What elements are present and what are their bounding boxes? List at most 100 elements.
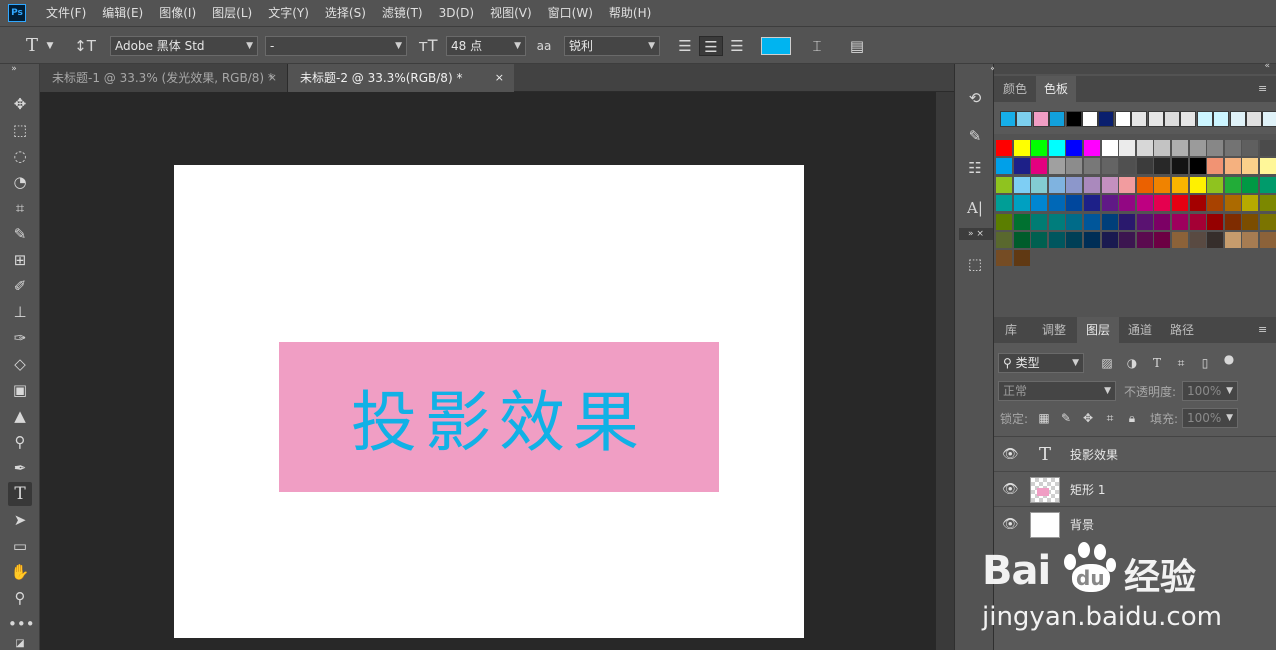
type-filter-icon[interactable]: T bbox=[1148, 353, 1166, 373]
swatch[interactable] bbox=[1084, 176, 1100, 193]
properties-panel-icon[interactable]: ☷ bbox=[963, 156, 987, 180]
align-center-icon[interactable]: ☰ bbox=[699, 36, 723, 56]
history-panel-icon[interactable]: ⟲ bbox=[963, 86, 987, 110]
swatch[interactable] bbox=[1013, 195, 1030, 212]
menu-3d[interactable]: 3D(D) bbox=[431, 0, 482, 26]
eye-icon[interactable]: 👁︎ bbox=[1002, 508, 1019, 542]
font-size-select[interactable]: 48 点 ▼ bbox=[446, 36, 526, 56]
menu-filter[interactable]: 滤镜(T) bbox=[374, 0, 431, 26]
recent-swatch[interactable] bbox=[1262, 111, 1276, 127]
swatch[interactable] bbox=[1066, 195, 1083, 212]
swatch[interactable] bbox=[1242, 195, 1259, 212]
swatch[interactable] bbox=[996, 213, 1012, 230]
recent-swatch[interactable] bbox=[1246, 111, 1262, 127]
swatch[interactable] bbox=[1189, 140, 1206, 156]
swatch[interactable] bbox=[1260, 213, 1276, 230]
shape-filter-icon[interactable]: ⌗ bbox=[1172, 353, 1190, 373]
move-tool-icon[interactable]: ✥ bbox=[8, 92, 32, 116]
crop-tool-icon[interactable]: ⌗ bbox=[8, 196, 32, 220]
swatch[interactable] bbox=[1172, 213, 1188, 230]
swatch[interactable] bbox=[1242, 140, 1259, 156]
swatch[interactable] bbox=[1066, 140, 1083, 156]
swatch[interactable] bbox=[1224, 232, 1241, 248]
menu-window[interactable]: 窗口(W) bbox=[540, 0, 601, 26]
tab-layers[interactable]: 图层 bbox=[1077, 317, 1119, 343]
swatch[interactable] bbox=[1224, 176, 1241, 193]
text-color-swatch[interactable] bbox=[761, 37, 791, 55]
healing-brush-tool-icon[interactable]: ⊞ bbox=[8, 248, 32, 272]
recent-swatch[interactable] bbox=[1114, 111, 1131, 127]
swatch[interactable] bbox=[1207, 158, 1224, 175]
swatch[interactable] bbox=[1260, 195, 1276, 212]
swatch[interactable] bbox=[1136, 158, 1153, 175]
swatch[interactable] bbox=[1207, 140, 1224, 156]
antialias-select[interactable]: 锐利 ▼ bbox=[564, 36, 660, 56]
swatch[interactable] bbox=[1048, 195, 1065, 212]
font-style-select[interactable]: - ▼ bbox=[265, 36, 407, 56]
swatch[interactable] bbox=[1066, 158, 1083, 175]
tab-untitled-1[interactable]: 未标题-1 @ 33.3% (发光效果, RGB/8) * × bbox=[40, 64, 288, 92]
character-panel-icon[interactable]: ▤ bbox=[846, 36, 868, 56]
more-tools-icon[interactable]: ••• bbox=[8, 612, 35, 636]
panel-collapse-bar[interactable]: « bbox=[994, 61, 1276, 74]
recent-swatch[interactable] bbox=[1082, 111, 1098, 127]
swatch[interactable] bbox=[1172, 140, 1188, 156]
quick-select-tool-icon[interactable]: ◔ bbox=[8, 170, 32, 194]
clone-stamp-tool-icon[interactable]: ⊥ bbox=[8, 300, 32, 324]
panel-menu-icon[interactable]: ≡ bbox=[1258, 323, 1270, 336]
character-panel-icon[interactable]: A| bbox=[963, 196, 987, 220]
type-tool-icon[interactable]: T bbox=[8, 482, 32, 506]
swatch[interactable] bbox=[1031, 213, 1048, 230]
recent-swatch[interactable] bbox=[1016, 111, 1033, 127]
collapse-icon[interactable]: » bbox=[2, 64, 26, 74]
layer-name[interactable]: 背景 bbox=[1070, 508, 1094, 542]
swatch[interactable] bbox=[1101, 213, 1118, 230]
warp-text-icon[interactable]: ⌶ bbox=[806, 36, 828, 56]
swatch[interactable] bbox=[1136, 195, 1153, 212]
layer-filter-select[interactable]: ⚲ 类型 ▼ bbox=[998, 353, 1084, 373]
swatch[interactable] bbox=[1189, 232, 1206, 248]
swatch[interactable] bbox=[1242, 213, 1259, 230]
swatch[interactable] bbox=[996, 232, 1012, 248]
swatch[interactable] bbox=[1119, 140, 1136, 156]
brush-tool-icon[interactable]: ✐ bbox=[8, 274, 32, 298]
swatch[interactable] bbox=[1172, 158, 1188, 175]
smart-object-filter-icon[interactable]: ▯ bbox=[1196, 353, 1214, 373]
swatch[interactable] bbox=[1066, 213, 1083, 230]
recent-swatch[interactable] bbox=[1065, 111, 1082, 127]
vertical-scrollbar[interactable] bbox=[936, 92, 954, 650]
lock-position-icon[interactable]: ✥ bbox=[1080, 408, 1096, 428]
layer-name[interactable]: 矩形 1 bbox=[1070, 473, 1105, 507]
swatch[interactable] bbox=[1031, 195, 1048, 212]
swatch[interactable] bbox=[1031, 176, 1048, 193]
dock-header-icon[interactable]: » × bbox=[959, 228, 993, 240]
swatch[interactable] bbox=[1136, 176, 1153, 193]
layer-row-text[interactable]: 👁︎ T 投影效果 bbox=[994, 438, 1276, 472]
tab-channels[interactable]: 通道 bbox=[1120, 317, 1160, 343]
swatch[interactable] bbox=[1172, 176, 1188, 193]
tab-paths[interactable]: 路径 bbox=[1162, 317, 1202, 343]
lock-artboard-icon[interactable]: ⌗ bbox=[1102, 408, 1118, 428]
recent-swatch[interactable] bbox=[1164, 111, 1180, 127]
swatch[interactable] bbox=[1013, 232, 1030, 248]
recent-swatch[interactable] bbox=[1032, 111, 1049, 127]
swatch[interactable] bbox=[1136, 232, 1153, 248]
swatch[interactable] bbox=[1189, 176, 1206, 193]
adjustment-filter-icon[interactable]: ◑ bbox=[1123, 353, 1141, 373]
swatch[interactable] bbox=[1048, 158, 1065, 175]
default-colors-icon[interactable]: ◪ bbox=[8, 638, 32, 650]
swatch[interactable] bbox=[1119, 195, 1136, 212]
swatch[interactable] bbox=[1207, 195, 1224, 212]
dodge-tool-icon[interactable]: ⚲ bbox=[8, 430, 32, 454]
swatch[interactable] bbox=[1189, 213, 1206, 230]
swatch[interactable] bbox=[1260, 176, 1276, 193]
align-left-icon[interactable]: ☰ bbox=[674, 36, 696, 56]
swatch[interactable] bbox=[1189, 195, 1206, 212]
swatch[interactable] bbox=[1224, 213, 1241, 230]
type-tool-preset-icon[interactable]: T bbox=[20, 36, 44, 56]
swatch[interactable] bbox=[1242, 176, 1259, 193]
marquee-tool-icon[interactable]: ⬚ bbox=[8, 118, 32, 142]
chevron-down-icon[interactable]: ▼ bbox=[44, 36, 56, 56]
swatch[interactable] bbox=[1101, 158, 1118, 175]
history-brush-tool-icon[interactable]: ✑ bbox=[8, 326, 32, 350]
